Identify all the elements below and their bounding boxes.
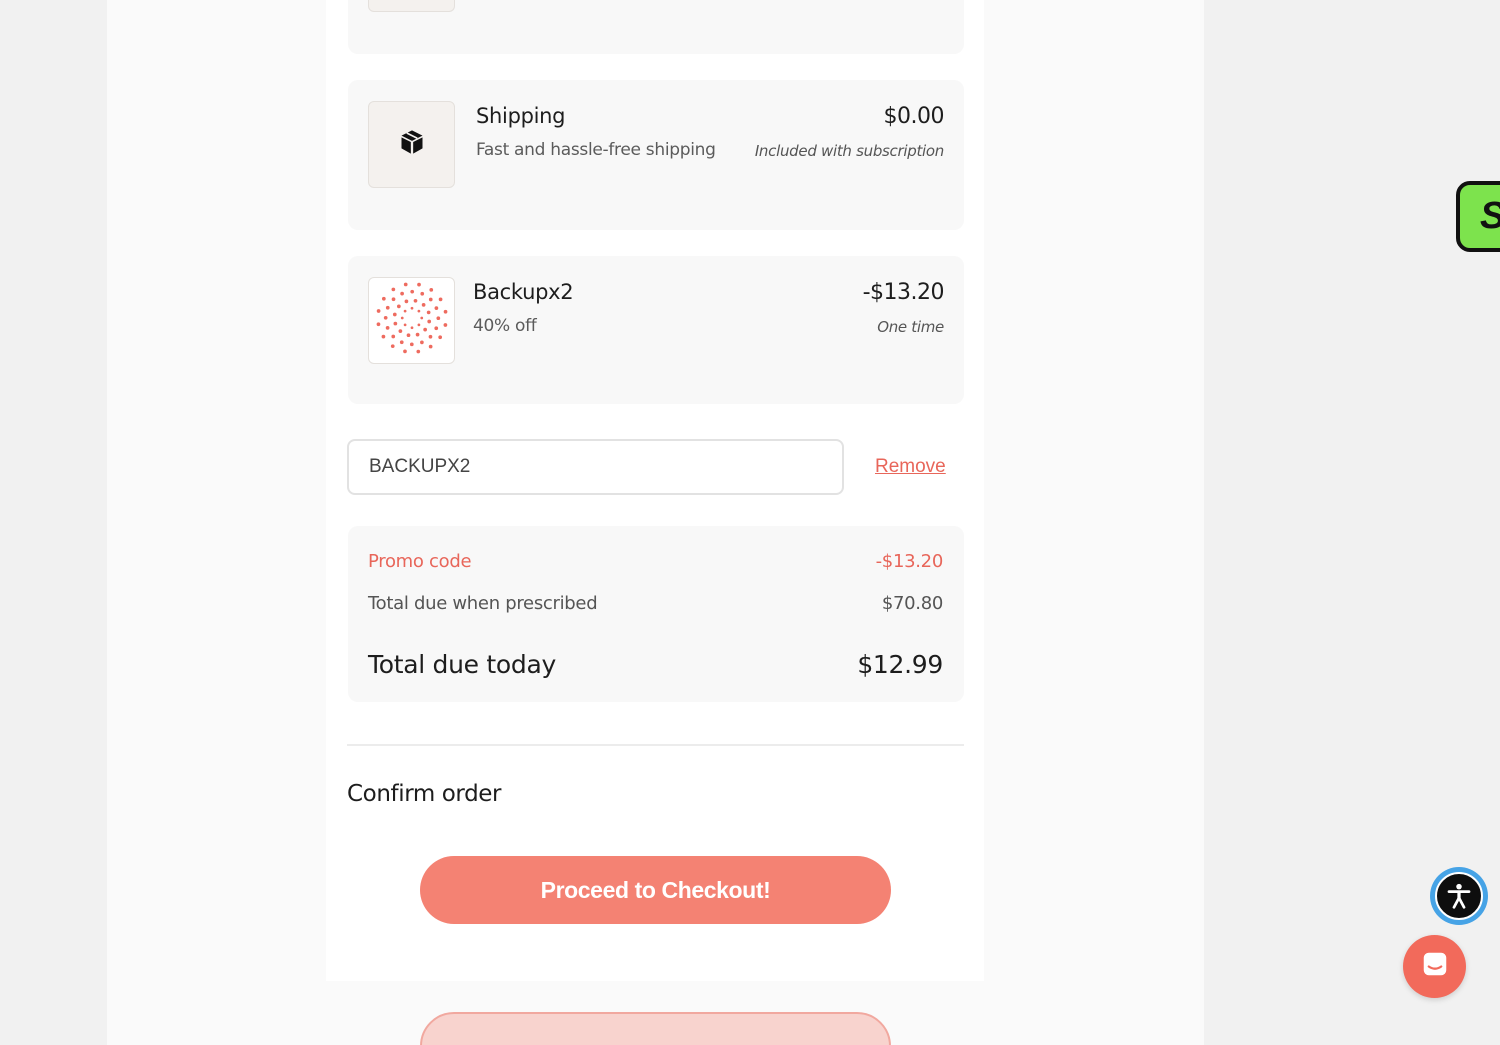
package-icon xyxy=(398,128,426,161)
prescribed-value: $70.80 xyxy=(881,593,943,614)
line-item-title: Shipping xyxy=(476,104,566,128)
promo-code-input[interactable] xyxy=(347,439,844,495)
line-item-discount: Backupx2 40% off -$13.20 One time xyxy=(348,256,964,404)
accessibility-button[interactable] xyxy=(1430,867,1488,925)
discount-thumbnail xyxy=(368,277,455,364)
chat-launcher-button[interactable] xyxy=(1403,935,1466,998)
total-today-value: $12.99 xyxy=(857,650,943,679)
summary-row-promo: Promo code -$13.20 xyxy=(368,551,943,572)
order-summary: Promo code -$13.20 Total due when prescr… xyxy=(348,526,964,702)
line-item-shipping: Shipping Fast and hassle-free shipping $… xyxy=(348,80,964,230)
proceed-to-checkout-button[interactable]: Proceed to Checkout! xyxy=(420,856,891,924)
line-item-note: One time xyxy=(877,318,944,336)
line-item-title: Backupx2 xyxy=(473,280,574,304)
previous-item-panel xyxy=(348,0,964,54)
remove-promo-link[interactable]: Remove xyxy=(875,456,946,478)
accessibility-icon xyxy=(1435,872,1483,920)
secondary-button[interactable] xyxy=(420,1012,891,1045)
promo-label: Promo code xyxy=(368,551,472,572)
total-today-label: Total due today xyxy=(368,650,556,679)
line-item-price: $0.00 xyxy=(883,104,945,129)
line-item-price: -$13.20 xyxy=(862,280,945,305)
summary-row-prescribed: Total due when prescribed $70.80 xyxy=(368,593,943,614)
shipping-thumbnail xyxy=(368,101,455,188)
promo-value: -$13.20 xyxy=(875,551,944,572)
line-item-subtitle: 40% off xyxy=(473,316,537,336)
side-promo-tab[interactable]: S xyxy=(1456,181,1500,252)
dotted-sunburst-logo xyxy=(373,279,451,362)
section-divider xyxy=(347,744,964,746)
summary-row-today: Total due today $12.99 xyxy=(368,650,943,679)
line-item-subtitle: Fast and hassle-free shipping xyxy=(476,140,716,160)
prescribed-label: Total due when prescribed xyxy=(368,593,598,614)
previous-item-thumb xyxy=(368,0,455,12)
chat-icon xyxy=(1420,949,1450,984)
line-item-note: Included with subscription xyxy=(754,142,944,160)
confirm-order-heading: Confirm order xyxy=(347,781,502,807)
